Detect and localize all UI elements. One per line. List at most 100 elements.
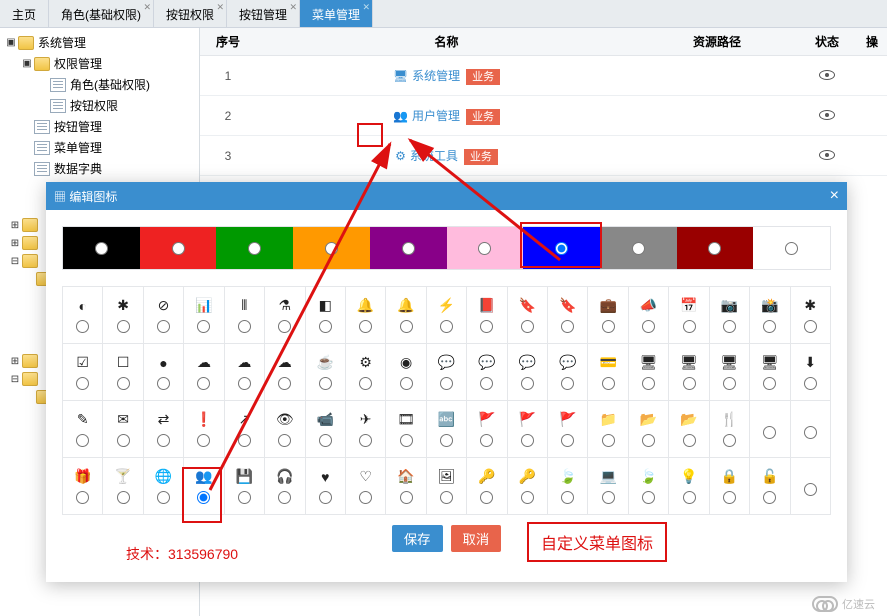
tab-menu-mgmt[interactable]: 菜单管理✕ [300, 0, 373, 27]
icon-cell[interactable]: ☁ [265, 344, 305, 401]
icon-cell[interactable]: 🚩 [548, 401, 588, 458]
icon-cell[interactable]: 📅 [669, 287, 709, 344]
icon-cell[interactable]: 🍸 [103, 458, 143, 515]
icon-cell[interactable]: 🍃 [629, 458, 669, 515]
icon-cell[interactable]: 💡 [669, 458, 709, 515]
icon-cell[interactable]: 🍴 [710, 401, 750, 458]
eye-icon[interactable] [819, 70, 835, 80]
icon-cell[interactable]: 🔒 [710, 458, 750, 515]
icon-cell[interactable] [791, 401, 831, 458]
color-swatch[interactable] [447, 227, 524, 269]
save-button[interactable]: 保存 [392, 525, 443, 552]
tab-btn-mgmt[interactable]: 按钮管理✕ [227, 0, 300, 27]
close-icon[interactable]: ✕ [143, 2, 151, 13]
icon-cell[interactable]: 📹 [306, 401, 346, 458]
icon-cell[interactable]: 📣 [629, 287, 669, 344]
icon-cell[interactable]: ↗ [225, 401, 265, 458]
tab-roles[interactable]: 角色(基础权限)✕ [49, 0, 154, 27]
icon-cell[interactable]: 🖼 [427, 458, 467, 515]
icon-cell[interactable]: ◐ [63, 287, 103, 344]
tab-home[interactable]: 主页 [0, 0, 49, 27]
table-row[interactable]: 1 🖥系统管理业务 [200, 56, 887, 96]
icon-cell[interactable]: ☑ [63, 344, 103, 401]
icon-cell[interactable]: 🎁 [63, 458, 103, 515]
icon-cell[interactable]: 💬 [548, 344, 588, 401]
icon-cell[interactable]: 🌐 [144, 458, 184, 515]
icon-cell[interactable]: ☕ [306, 344, 346, 401]
icon-cell[interactable]: 🔑 [467, 458, 507, 515]
tree-node-perm[interactable]: ▣权限管理 [16, 53, 199, 74]
tree-node-system[interactable]: ▣系统管理 [0, 32, 199, 53]
icon-cell[interactable]: ✈ [346, 401, 386, 458]
icon-cell[interactable]: 💻 [588, 458, 628, 515]
icon-cell[interactable]: 🔓 [750, 458, 790, 515]
icon-cell[interactable]: 🖥 [669, 344, 709, 401]
icon-cell[interactable]: 💬 [508, 344, 548, 401]
table-row[interactable]: 3 ⚙系统工具业务 [200, 136, 887, 176]
close-icon[interactable]: ✕ [363, 2, 371, 13]
eye-icon[interactable] [819, 150, 835, 160]
icon-cell[interactable]: 🍃 [548, 458, 588, 515]
icon-cell[interactable]: ● [144, 344, 184, 401]
icon-cell[interactable]: ⊘ [144, 287, 184, 344]
icon-cell[interactable]: 📸 [750, 287, 790, 344]
icon-cell[interactable]: ❗ [184, 401, 224, 458]
tree-node-roles[interactable]: 角色(基础权限) [32, 74, 199, 95]
icon-cell[interactable]: ⚗ [265, 287, 305, 344]
icon-cell[interactable]: 🖥 [629, 344, 669, 401]
icon-cell[interactable]: ♥ [306, 458, 346, 515]
color-swatch[interactable] [63, 227, 140, 269]
icon-cell[interactable]: 🚩 [467, 401, 507, 458]
icon-cell[interactable]: ✎ [63, 401, 103, 458]
icon-cell[interactable] [791, 458, 831, 515]
color-swatch[interactable] [140, 227, 217, 269]
table-row[interactable]: 2 👥用户管理业务 [200, 96, 887, 136]
icon-cell[interactable]: ◧ [306, 287, 346, 344]
icon-cell[interactable]: 👥 [184, 458, 224, 515]
color-swatch[interactable] [600, 227, 677, 269]
icon-cell[interactable]: 🔤 [427, 401, 467, 458]
tree-node-menu-mgmt[interactable]: 菜单管理 [16, 137, 199, 158]
icon-cell[interactable]: 📁 [588, 401, 628, 458]
icon-cell[interactable]: ☁ [184, 344, 224, 401]
icon-cell[interactable]: ⦀ [225, 287, 265, 344]
icon-cell[interactable]: ☁ [225, 344, 265, 401]
icon-cell[interactable]: ⚡ [427, 287, 467, 344]
tab-btn-perm[interactable]: 按钮权限✕ [154, 0, 227, 27]
icon-cell[interactable]: 💬 [427, 344, 467, 401]
close-icon[interactable]: × [830, 187, 839, 205]
icon-cell[interactable]: ✉ [103, 401, 143, 458]
eye-icon[interactable] [819, 110, 835, 120]
color-swatch[interactable] [370, 227, 447, 269]
icon-cell[interactable]: ⇄ [144, 401, 184, 458]
icon-cell[interactable]: 🖥 [710, 344, 750, 401]
icon-cell[interactable]: 📊 [184, 287, 224, 344]
icon-cell[interactable]: ☐ [103, 344, 143, 401]
icon-cell[interactable]: ♡ [346, 458, 386, 515]
icon-cell[interactable]: 🔖 [508, 287, 548, 344]
icon-cell[interactable]: ◉ [386, 344, 426, 401]
icon-cell[interactable]: 🎧 [265, 458, 305, 515]
icon-cell[interactable]: 🚩 [508, 401, 548, 458]
icon-cell[interactable]: 💾 [225, 458, 265, 515]
tree-node-dict[interactable]: 数据字典 [16, 158, 199, 179]
icon-cell[interactable]: 🔔 [386, 287, 426, 344]
icon-cell[interactable]: 📷 [710, 287, 750, 344]
color-swatch[interactable] [753, 227, 830, 269]
icon-cell[interactable]: 💬 [467, 344, 507, 401]
icon-cell[interactable]: ✱ [103, 287, 143, 344]
tree-node-btn-perm[interactable]: 按钮权限 [32, 95, 199, 116]
cancel-button[interactable]: 取消 [451, 525, 502, 552]
icon-cell[interactable]: 💼 [588, 287, 628, 344]
icon-cell[interactable]: 🎞 [386, 401, 426, 458]
close-icon[interactable]: ✕ [290, 2, 298, 13]
color-swatch[interactable] [523, 227, 600, 269]
icon-cell[interactable]: ⚙ [346, 344, 386, 401]
color-swatch[interactable] [677, 227, 754, 269]
icon-cell[interactable]: 🔔 [346, 287, 386, 344]
close-icon[interactable]: ✕ [216, 2, 224, 13]
icon-cell[interactable]: 🏠 [386, 458, 426, 515]
color-swatch[interactable] [293, 227, 370, 269]
icon-cell[interactable]: ✱ [791, 287, 831, 344]
icon-cell[interactable]: 🔑 [508, 458, 548, 515]
